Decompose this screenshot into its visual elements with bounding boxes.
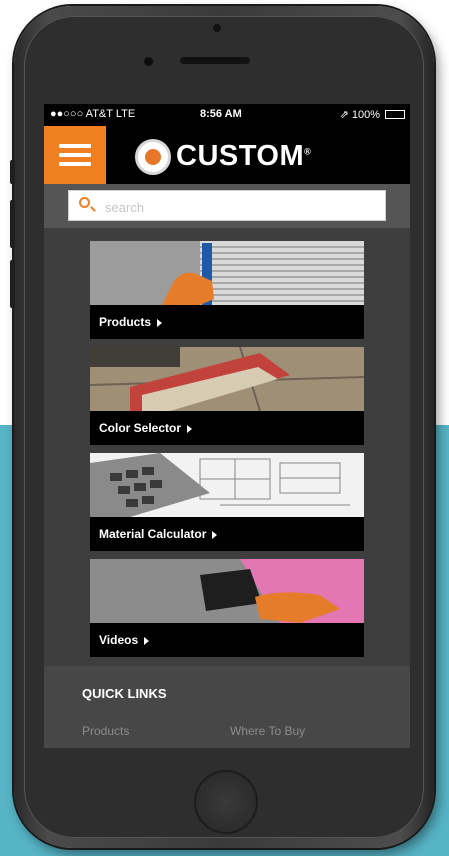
tile-label: Videos <box>99 633 150 647</box>
menu-bar-icon <box>59 162 91 166</box>
search-bar <box>44 184 410 228</box>
arrow-right-icon <box>157 318 163 327</box>
trowel-on-tile-photo <box>90 241 364 305</box>
tile-material-calculator[interactable]: Material Calculator <box>90 453 364 551</box>
grout-float-photo <box>90 347 364 411</box>
search-icon[interactable] <box>79 197 90 208</box>
calculator-blueprint-photo <box>90 453 364 517</box>
battery-percent: ⇗ 100% <box>339 109 380 121</box>
arrow-right-icon <box>212 530 218 539</box>
quick-links-section: QUICK LINKS Products Where To Buy <box>44 666 410 748</box>
earpiece-speaker <box>180 57 250 64</box>
custom-logo-icon <box>135 139 171 175</box>
arrow-right-icon <box>144 636 150 645</box>
battery-icon <box>385 110 405 119</box>
hamburger-menu-button[interactable] <box>44 126 106 184</box>
clock: 8:56 AM <box>200 108 242 120</box>
app-header: CUSTOM® <box>44 126 410 184</box>
quick-links-title: QUICK LINKS <box>82 686 167 701</box>
app-screen: ●●○○○ AT&T LTE 8:56 AM ⇗ 100% CUSTOM® se… <box>44 104 410 748</box>
quick-link-where-to-buy[interactable]: Where To Buy <box>230 724 305 738</box>
tile-videos[interactable]: Videos <box>90 559 364 657</box>
menu-bar-icon <box>59 144 91 148</box>
tile-products[interactable]: Products <box>90 241 364 339</box>
tile-caption: Color Selector <box>90 411 364 445</box>
brand-logo[interactable]: CUSTOM® <box>176 140 311 173</box>
tile-caption: Videos <box>90 623 364 657</box>
tile-label: Products <box>99 315 163 329</box>
logo-text: CUSTOM <box>176 140 305 172</box>
top-sensor-icon <box>213 24 221 32</box>
tile-color-selector[interactable]: Color Selector <box>90 347 364 445</box>
home-button[interactable] <box>194 770 258 834</box>
arrow-right-icon <box>187 424 193 433</box>
tile-label: Material Calculator <box>99 527 218 541</box>
front-camera-icon <box>144 57 153 66</box>
status-bar: ●●○○○ AT&T LTE 8:56 AM ⇗ 100% <box>44 104 410 126</box>
search-input[interactable] <box>103 196 377 218</box>
squeegee-membrane-photo <box>90 559 364 623</box>
tile-caption: Products <box>90 305 364 339</box>
tile-caption: Material Calculator <box>90 517 364 551</box>
mute-switch <box>10 160 15 184</box>
tile-label: Color Selector <box>99 421 193 435</box>
volume-up-button <box>10 200 15 248</box>
quick-link-products[interactable]: Products <box>82 724 129 738</box>
search-box[interactable] <box>68 190 386 221</box>
carrier-label: ●●○○○ AT&T LTE <box>50 108 136 120</box>
registered-mark: ® <box>304 146 312 157</box>
menu-bar-icon <box>59 153 91 157</box>
volume-down-button <box>10 260 15 308</box>
